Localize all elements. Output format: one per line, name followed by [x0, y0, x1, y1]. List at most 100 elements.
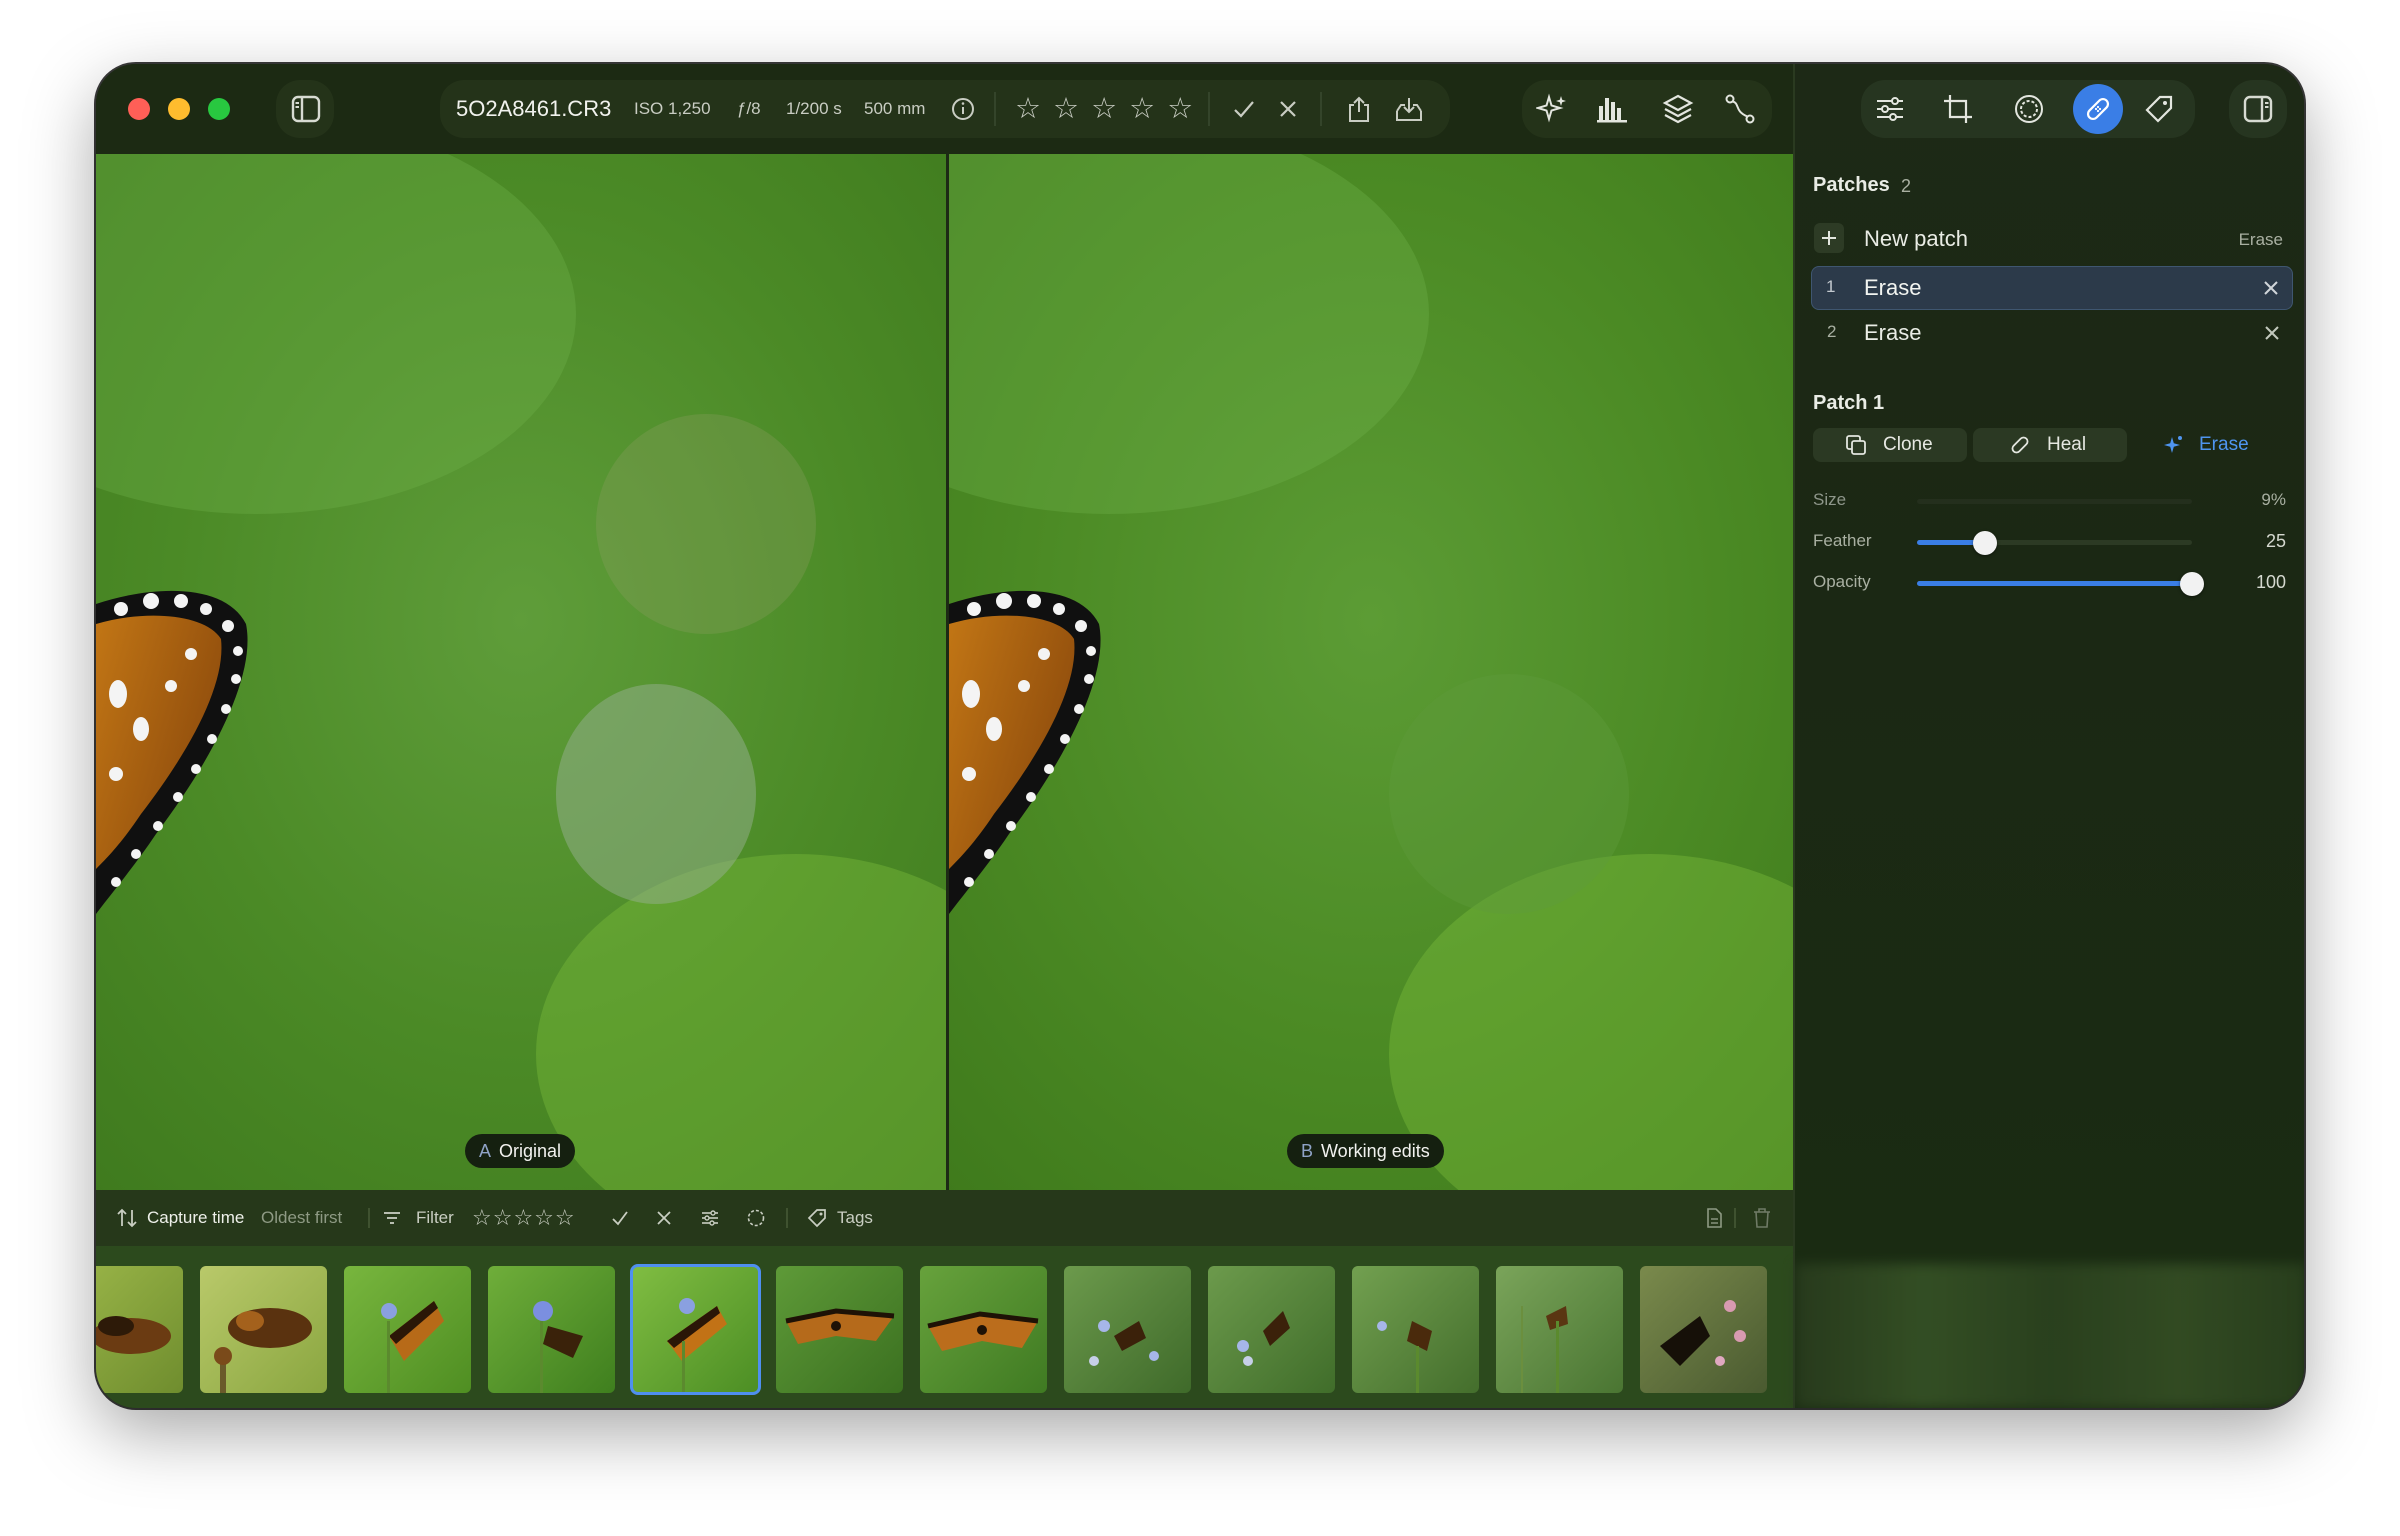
sidebar-toggle-button[interactable] — [276, 80, 334, 138]
sort-field[interactable]: Capture time — [147, 1190, 244, 1246]
file-info-bar: 5O2A8461.CR3 ISO 1,250 ƒ/8 1/200 s 500 m… — [440, 80, 1450, 138]
working-image — [949, 154, 1793, 1190]
sort-order[interactable]: Oldest first — [261, 1190, 342, 1246]
file-name: 5O2A8461.CR3 — [456, 96, 612, 121]
export-icon[interactable] — [1394, 95, 1424, 123]
filter-color-circle-icon[interactable] — [746, 1190, 766, 1246]
divider — [1320, 92, 1322, 126]
heal-mode-button[interactable]: Heal — [1973, 428, 2127, 462]
thumbnail-selected[interactable] — [630, 1264, 761, 1395]
opacity-value: 100 — [2255, 572, 2286, 592]
tag-label-icon[interactable] — [2143, 93, 2175, 125]
size-slider[interactable] — [1917, 499, 2192, 504]
thumbnail[interactable] — [1208, 1266, 1335, 1393]
thumbnail[interactable] — [1496, 1266, 1623, 1393]
original-image-viewer[interactable] — [96, 154, 946, 1190]
filter-reject-x-icon[interactable] — [654, 1190, 674, 1246]
focal-length-value: 500 mm — [864, 99, 926, 118]
aperture-value: ƒ/8 — [737, 99, 761, 118]
filmstrip[interactable] — [96, 1246, 1793, 1408]
zoom-window-button[interactable] — [208, 98, 230, 120]
minimize-window-button[interactable] — [168, 98, 190, 120]
trash-icon[interactable] — [1752, 1190, 1772, 1246]
app-window: 5O2A8461.CR3 ISO 1,250 ƒ/8 1/200 s 500 m… — [96, 64, 2304, 1408]
info-icon[interactable] — [951, 97, 975, 121]
filter-pick-check-icon[interactable] — [610, 1190, 630, 1246]
sparkle-ai-icon[interactable] — [1536, 93, 1568, 125]
layers-icon[interactable] — [1662, 93, 1694, 125]
shutter-value: 1/200 s — [786, 99, 842, 118]
patch-index: 1 — [1826, 277, 1836, 296]
feather-label: Feather — [1813, 531, 1872, 550]
inspector-tools-bar — [1861, 80, 2195, 138]
feather-slider-knob[interactable] — [1973, 531, 1997, 555]
divider — [1734, 1208, 1736, 1228]
heal-label: Heal — [2047, 434, 2087, 455]
thumbnail[interactable] — [200, 1266, 327, 1393]
divider — [1208, 92, 1210, 126]
patch-label: Erase — [1864, 275, 1922, 300]
panel-backdrop — [1795, 1264, 2304, 1408]
thumbnail[interactable] — [1064, 1266, 1191, 1393]
new-patch-mode: Erase — [2238, 230, 2283, 249]
retouch-bandage-button[interactable] — [2073, 84, 2123, 134]
reject-x-icon[interactable] — [1276, 97, 1300, 121]
opacity-slider-knob[interactable] — [2180, 572, 2204, 596]
rating-stars[interactable]: ☆ ☆ ☆ ☆ ☆ — [1015, 80, 1195, 138]
pick-check-icon[interactable] — [1232, 97, 1256, 121]
plus-icon — [1814, 223, 1844, 253]
thumbnail[interactable] — [920, 1266, 1047, 1393]
original-letter: A — [479, 1141, 492, 1161]
patch-row-2[interactable]: 2 Erase — [1811, 312, 2293, 356]
tags-filter[interactable]: Tags — [837, 1190, 873, 1246]
thumbnail[interactable] — [344, 1266, 471, 1393]
thumbnail[interactable] — [488, 1266, 615, 1393]
sidebar-left-icon — [291, 95, 321, 123]
crop-icon[interactable] — [1943, 94, 1973, 124]
thumbnail[interactable] — [776, 1266, 903, 1393]
toolbar: 5O2A8461.CR3 ISO 1,250 ƒ/8 1/200 s 500 m… — [96, 64, 1793, 154]
histogram-icon[interactable] — [1596, 94, 1628, 124]
working-edits-label-badge: B Working edits — [1287, 1134, 1444, 1168]
curve-path-icon[interactable] — [1724, 93, 1756, 125]
patch-index: 2 — [1827, 322, 1837, 341]
heal-bandage-icon — [2011, 436, 2029, 454]
mask-circle-icon[interactable] — [2013, 93, 2045, 125]
patch-row-1[interactable]: 1 Erase — [1811, 266, 2293, 310]
clone-label: Clone — [1883, 434, 1933, 455]
erase-sparkle-icon — [2164, 436, 2182, 453]
close-window-button[interactable] — [128, 98, 150, 120]
document-icon[interactable] — [1704, 1190, 1724, 1246]
inspector-toggle-button[interactable] — [2229, 80, 2287, 138]
filter-adjustments-icon[interactable] — [700, 1190, 720, 1246]
divider — [786, 1208, 788, 1228]
bandage-icon — [2086, 97, 2110, 121]
working-image-viewer[interactable] — [949, 154, 1793, 1190]
size-value: 9% — [2261, 490, 2286, 509]
clone-mode-button[interactable]: Clone — [1813, 428, 1967, 462]
feather-value: 25 — [2265, 531, 2286, 551]
thumbnail[interactable] — [96, 1266, 183, 1393]
working-label: Working edits — [1321, 1141, 1430, 1161]
remove-patch-icon[interactable] — [2262, 279, 2280, 302]
share-icon[interactable] — [1346, 95, 1372, 123]
working-letter: B — [1301, 1141, 1314, 1161]
erase-label: Erase — [2199, 434, 2249, 455]
patch-heading: Patch 1 — [1813, 392, 1885, 414]
tools-bar — [1522, 80, 1772, 138]
new-patch-button[interactable]: New patch Erase — [1811, 216, 2293, 260]
filter-stars[interactable]: ☆☆☆☆☆ — [472, 1190, 576, 1246]
remove-patch-icon[interactable] — [2263, 324, 2281, 347]
divider — [368, 1208, 370, 1228]
thumbnail[interactable] — [1352, 1266, 1479, 1393]
thumbnail[interactable] — [1640, 1266, 1767, 1393]
filter-label[interactable]: Filter — [416, 1190, 454, 1246]
adjustments-sliders-icon[interactable] — [1875, 95, 1905, 123]
erase-mode-button[interactable]: Erase — [2133, 428, 2287, 462]
opacity-slider-fill — [1917, 581, 2192, 586]
size-label: Size — [1813, 490, 1847, 509]
new-patch-label: New patch — [1864, 226, 1968, 251]
patch-label: Erase — [1864, 320, 1922, 345]
sort-arrows-icon[interactable] — [116, 1190, 138, 1246]
opacity-label: Opacity — [1813, 572, 1871, 591]
